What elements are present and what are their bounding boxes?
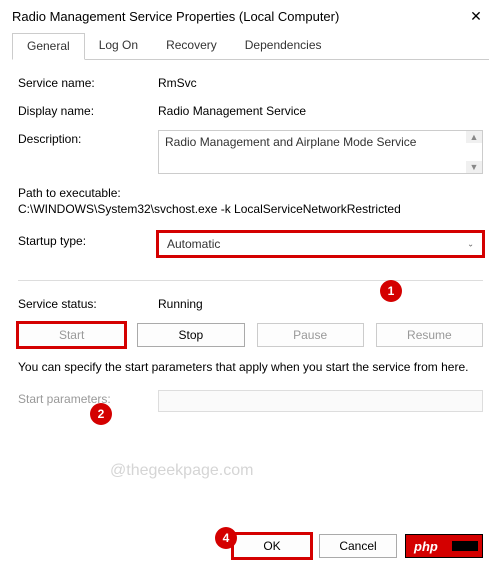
label-display-name: Display name: bbox=[18, 102, 158, 118]
resume-button[interactable]: Resume bbox=[376, 323, 483, 347]
start-params-hint: You can specify the start parameters tha… bbox=[18, 359, 483, 376]
general-panel: Service name: RmSvc Display name: Radio … bbox=[0, 60, 501, 412]
value-startup-type: Automatic bbox=[167, 237, 220, 251]
row-startup-type: Startup type: Automatic ⌄ bbox=[18, 232, 483, 256]
php-badge: php bbox=[405, 534, 483, 558]
path-section: Path to executable: C:\WINDOWS\System32\… bbox=[18, 186, 483, 216]
close-icon: ✕ bbox=[470, 8, 482, 25]
startup-type-select[interactable]: Automatic ⌄ bbox=[158, 232, 483, 256]
stop-button[interactable]: Stop bbox=[137, 323, 244, 347]
start-params-input bbox=[158, 390, 483, 412]
scroll-down-icon[interactable]: ▼ bbox=[466, 161, 482, 173]
label-description: Description: bbox=[18, 130, 158, 146]
window-title: Radio Management Service Properties (Loc… bbox=[12, 9, 461, 24]
scroll-up-icon[interactable]: ▲ bbox=[466, 131, 482, 143]
label-startup-type: Startup type: bbox=[18, 232, 158, 248]
watermark: @thegeekpage.com bbox=[110, 462, 253, 480]
row-service-status: Service status: Running bbox=[18, 295, 483, 311]
label-start-params: Start parameters: bbox=[18, 390, 158, 406]
tab-general[interactable]: General bbox=[12, 33, 85, 60]
ok-button[interactable]: OK bbox=[233, 534, 311, 558]
label-service-status: Service status: bbox=[18, 295, 158, 311]
close-button[interactable]: ✕ bbox=[461, 6, 491, 26]
label-service-name: Service name: bbox=[18, 74, 158, 90]
start-button[interactable]: Start bbox=[18, 323, 125, 347]
value-service-name: RmSvc bbox=[158, 74, 483, 90]
pause-button[interactable]: Pause bbox=[257, 323, 364, 347]
divider bbox=[18, 280, 483, 281]
row-service-name: Service name: RmSvc bbox=[18, 74, 483, 90]
titlebar: Radio Management Service Properties (Loc… bbox=[0, 0, 501, 32]
cancel-button[interactable]: Cancel bbox=[319, 534, 397, 558]
tab-recovery[interactable]: Recovery bbox=[152, 33, 231, 60]
description-textbox[interactable]: Radio Management and Airplane Mode Servi… bbox=[158, 130, 483, 174]
tab-dependencies[interactable]: Dependencies bbox=[231, 33, 336, 60]
value-path: C:\WINDOWS\System32\svchost.exe -k Local… bbox=[18, 202, 483, 216]
chevron-down-icon: ⌄ bbox=[467, 240, 474, 249]
tab-strip: General Log On Recovery Dependencies bbox=[12, 32, 489, 60]
description-scrollbar[interactable]: ▲ ▼ bbox=[466, 131, 482, 173]
service-control-buttons: Start Stop Pause Resume bbox=[18, 323, 483, 347]
value-description: Radio Management and Airplane Mode Servi… bbox=[165, 135, 416, 149]
value-service-status: Running bbox=[158, 295, 483, 311]
label-path: Path to executable: bbox=[18, 186, 483, 200]
row-description: Description: Radio Management and Airpla… bbox=[18, 130, 483, 174]
tab-logon[interactable]: Log On bbox=[85, 33, 152, 60]
value-display-name: Radio Management Service bbox=[158, 102, 483, 118]
row-display-name: Display name: Radio Management Service bbox=[18, 102, 483, 118]
row-start-params: Start parameters: bbox=[18, 390, 483, 412]
